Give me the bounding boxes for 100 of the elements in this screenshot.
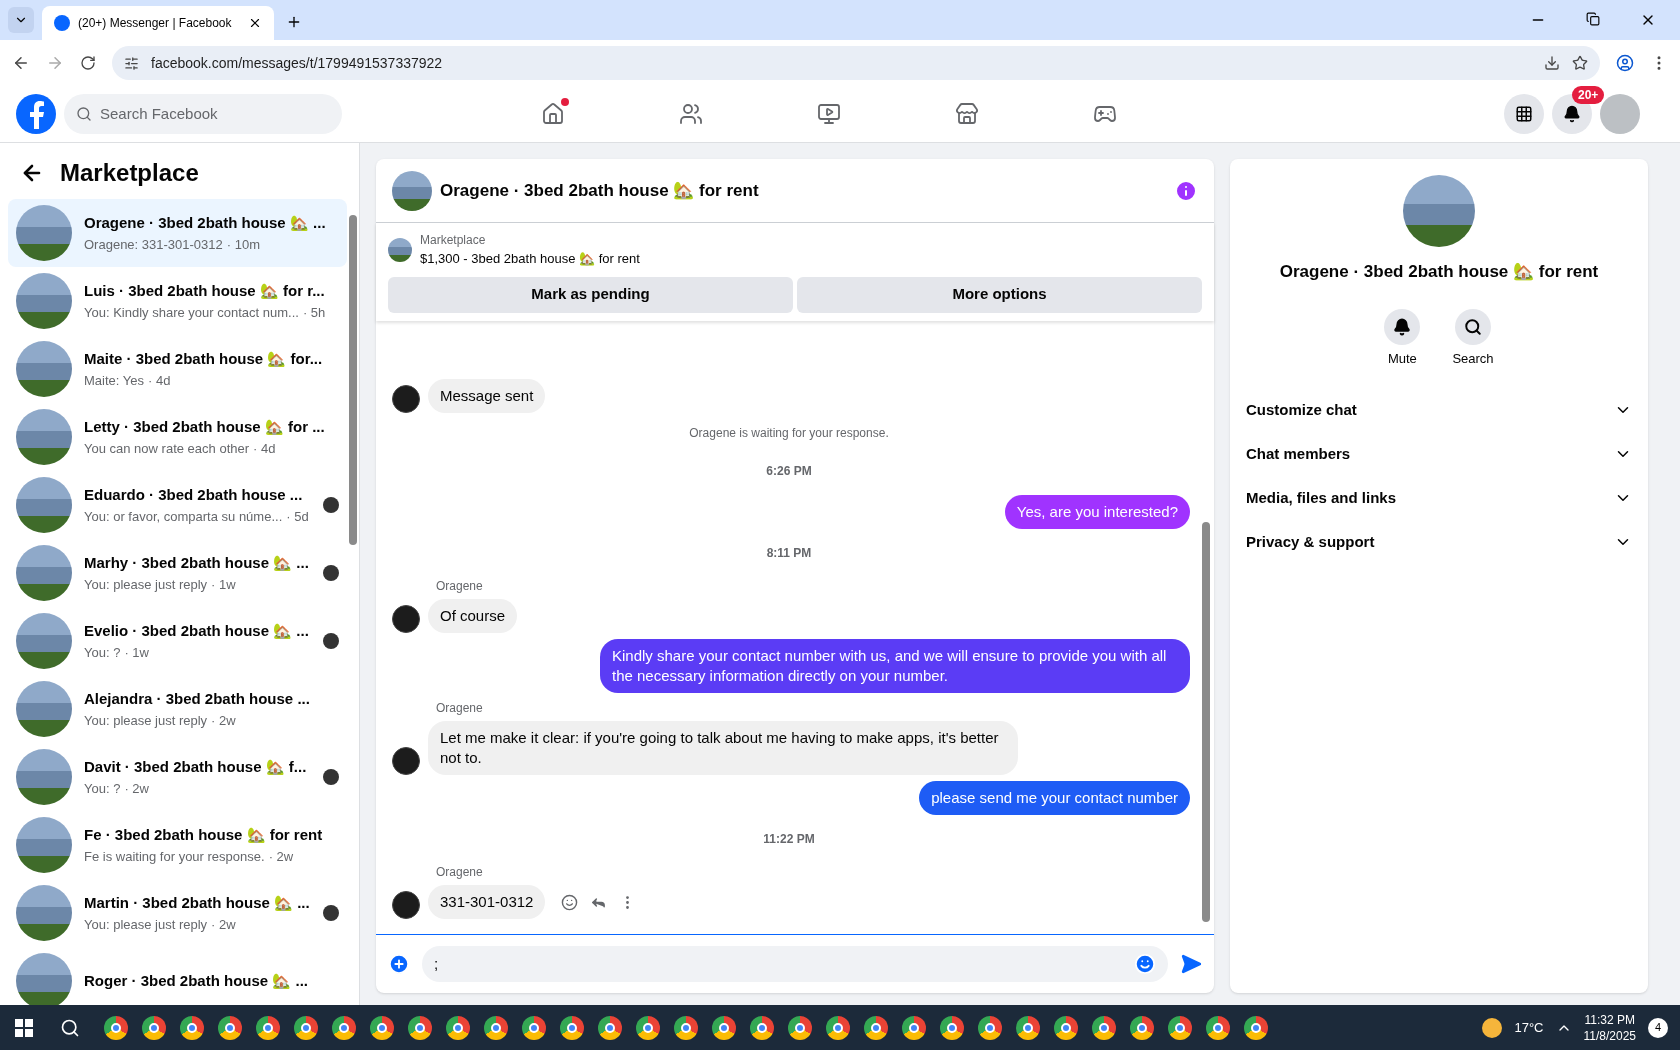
section-row[interactable]: Media, files and links xyxy=(1246,476,1632,520)
conversation-item[interactable]: Fe · 3bed 2bath house 🏡 for rent Fe is waiting for your response. · 2w xyxy=(8,811,347,879)
message-time: · 5d xyxy=(286,507,309,526)
taskbar-app-icon[interactable] xyxy=(256,1015,280,1040)
menu-button[interactable] xyxy=(1504,94,1544,134)
video-nav-icon[interactable] xyxy=(817,102,841,126)
taskbar-app-icon[interactable] xyxy=(560,1015,584,1040)
section-row[interactable]: Chat members xyxy=(1246,432,1632,476)
tab-list-button[interactable] xyxy=(8,7,34,33)
conversation-title: Letty · 3bed 2bath house 🏡 for ... xyxy=(84,417,326,437)
conversation-item[interactable]: Martin · 3bed 2bath house 🏡 ... You: please just reply · 2w xyxy=(8,879,347,947)
taskbar-app-icon[interactable] xyxy=(522,1015,546,1040)
message-input[interactable]: ; xyxy=(422,946,1168,982)
taskbar-app-icon[interactable] xyxy=(978,1015,1002,1040)
taskbar-app-icon[interactable] xyxy=(294,1015,318,1040)
taskbar-app-icon[interactable] xyxy=(1054,1015,1078,1040)
section-row[interactable]: Privacy & support xyxy=(1246,520,1632,564)
conversation-title: Alejandra · 3bed 2bath house ... xyxy=(84,689,311,709)
sent-message: Yes, are you interested? xyxy=(1004,495,1190,529)
restore-icon[interactable] xyxy=(1586,12,1600,26)
taskbar-app-icon[interactable] xyxy=(1244,1015,1268,1040)
weather-text[interactable]: 17°C xyxy=(1514,1017,1544,1038)
taskbar-app-icon[interactable] xyxy=(636,1015,660,1040)
avatar xyxy=(392,385,420,413)
timestamp: 8:11 PM xyxy=(766,545,812,562)
browser-tab[interactable]: (20+) Messenger | Facebook xyxy=(42,6,274,40)
message-preview: Maite: Yes xyxy=(84,371,144,390)
react-icon[interactable] xyxy=(561,894,579,911)
taskbar-app-icon[interactable] xyxy=(218,1015,242,1040)
message-time: · 2w xyxy=(211,711,236,730)
received-message: Let me make it clear: if you're going to talk about me having to make apps, it's better not to. xyxy=(428,721,1018,775)
taskbar-app-icon[interactable] xyxy=(1206,1015,1230,1040)
conversation-item[interactable]: Evelio · 3bed 2bath house 🏡 ... You: ? · 1w xyxy=(8,607,347,675)
listing-photo xyxy=(16,749,72,805)
notification-badge[interactable]: 4 xyxy=(1648,1017,1668,1038)
conversation-title: Martin · 3bed 2bath house 🏡 ... xyxy=(84,893,311,913)
message-time: · 2w xyxy=(124,779,149,798)
bell-icon xyxy=(1393,317,1412,336)
avatar xyxy=(392,605,420,633)
profile-icon[interactable] xyxy=(1616,54,1634,72)
address-bar[interactable]: facebook.com/messages/t/1799491537337922 xyxy=(112,46,1600,80)
message-preview: You: ? xyxy=(84,779,121,798)
avatar xyxy=(392,891,420,919)
taskbar-app-icon[interactable] xyxy=(1130,1015,1154,1040)
message-preview: You: please just reply xyxy=(84,575,208,594)
bookmark-icon[interactable] xyxy=(1572,55,1588,71)
taskbar-app-icon[interactable] xyxy=(712,1015,736,1040)
listing-photo xyxy=(16,681,72,737)
sender-name: Oragene xyxy=(436,700,484,717)
taskbar-app-icon[interactable] xyxy=(180,1015,204,1040)
conversation-item[interactable]: Eduardo · 3bed 2bath house ... You: or favor, comparta su núme... · 5d xyxy=(8,471,347,539)
taskbar-app-icon[interactable] xyxy=(1016,1015,1040,1040)
clock-date[interactable]: 11/8/2025 xyxy=(1583,1027,1636,1044)
search-icon[interactable] xyxy=(60,1017,80,1038)
emoji-icon[interactable] xyxy=(1134,953,1156,975)
taskbar-app-icon[interactable] xyxy=(446,1015,470,1040)
section-row[interactable]: Customize chat xyxy=(1246,388,1632,432)
taskbar-app-icon[interactable] xyxy=(940,1015,964,1040)
conversation-item[interactable]: Maite · 3bed 2bath house 🏡 for... Maite: Yes · 4d xyxy=(8,335,347,403)
taskbar-app-icon[interactable] xyxy=(750,1015,774,1040)
taskbar-app-icon[interactable] xyxy=(788,1015,812,1040)
listing-button[interactable]: More options xyxy=(797,276,1202,313)
taskbar-app-icon[interactable] xyxy=(142,1015,166,1040)
taskbar-app-icon[interactable] xyxy=(104,1015,128,1040)
friends-nav-icon[interactable] xyxy=(679,102,703,126)
send-icon[interactable] xyxy=(1180,953,1202,975)
taskbar-app-icon[interactable] xyxy=(674,1015,698,1040)
conversation-item[interactable]: Letty · 3bed 2bath house 🏡 for ... You can now rate each other · 4d xyxy=(8,403,347,471)
taskbar-app-icon[interactable] xyxy=(1168,1015,1192,1040)
close-icon[interactable] xyxy=(248,16,262,30)
taskbar-app-icon[interactable] xyxy=(370,1015,394,1040)
taskbar-app-icon[interactable] xyxy=(864,1015,888,1040)
back-icon[interactable] xyxy=(12,54,30,72)
new-tab-icon[interactable] xyxy=(286,14,302,30)
message-preview: You: please just reply xyxy=(84,915,208,934)
site-info-icon[interactable] xyxy=(124,55,139,71)
conversation-item[interactable]: Luis · 3bed 2bath house 🏡 for r... You: Kindly share your contact num... · 5h xyxy=(8,267,347,335)
add-icon[interactable] xyxy=(388,953,410,975)
chat-avatar xyxy=(392,170,432,211)
reload-icon[interactable] xyxy=(80,55,96,71)
install-icon[interactable] xyxy=(1544,55,1560,71)
conversation-item[interactable]: Davit · 3bed 2bath house 🏡 f... You: ? · 2w xyxy=(8,743,347,811)
conversation-item[interactable]: Marhy · 3bed 2bath house 🏡 ... You: please just reply · 1w xyxy=(8,539,347,607)
conversation-item[interactable]: Oragene · 3bed 2bath house 🏡 ... Oragene: 331-301-0312 · 10m xyxy=(8,199,347,267)
clock-time[interactable]: 11:32 PM xyxy=(1584,1011,1635,1028)
conversation-item[interactable]: Roger · 3bed 2bath house 🏡 ... xyxy=(8,947,347,1005)
taskbar-app-icon[interactable] xyxy=(826,1015,850,1040)
marketplace-nav-icon[interactable] xyxy=(955,102,979,126)
taskbar-app-icon[interactable] xyxy=(902,1015,926,1040)
taskbar-app-icon[interactable] xyxy=(332,1015,356,1040)
taskbar-app-icon[interactable] xyxy=(598,1015,622,1040)
listing-text: $1,300 - 3bed 2bath house 🏡 for rent xyxy=(420,250,640,268)
conversation-item[interactable]: Alejandra · 3bed 2bath house ... You: please just reply · 2w xyxy=(8,675,347,743)
taskbar-app-icon[interactable] xyxy=(1092,1015,1116,1040)
taskbar-app-icon[interactable] xyxy=(484,1015,508,1040)
listing-button[interactable]: Mark as pending xyxy=(388,276,793,313)
search-field[interactable]: Search Facebook xyxy=(64,94,342,134)
message-time: · 2w xyxy=(268,847,294,866)
taskbar-app-icon[interactable] xyxy=(408,1015,432,1040)
conversation-title: Fe · 3bed 2bath house 🏡 for rent xyxy=(84,825,324,845)
